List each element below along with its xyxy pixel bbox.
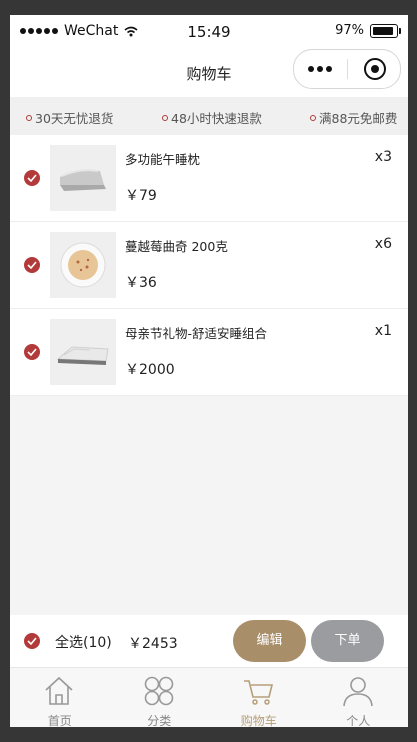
capsule-divider — [347, 59, 348, 79]
total-price: ￥2453 — [128, 636, 178, 652]
item-quantity: x3 — [374, 149, 392, 165]
mini-program-capsule — [293, 49, 401, 89]
cart-item[interactable]: 母亲节礼物-舒适安睡组合 ￥2000 x1 — [10, 309, 408, 396]
phone-screen: WeChat 15:49 97% 购物车 30天无忧退货 48小时快速退款 满8… — [10, 15, 408, 727]
tab-label: 购物车 — [240, 714, 277, 727]
bullet-icon — [310, 114, 316, 121]
item-checkbox[interactable] — [24, 170, 40, 186]
select-all-label[interactable]: 全选(10) — [55, 632, 112, 652]
tab-label: 分类 — [147, 714, 172, 727]
tab-cart[interactable]: 购物车 — [209, 668, 309, 727]
item-quantity: x1 — [374, 323, 392, 339]
item-price: ￥2000 — [125, 362, 175, 378]
item-checkbox[interactable] — [24, 257, 40, 273]
battery-icon — [370, 23, 401, 38]
item-checkbox[interactable] — [24, 344, 40, 360]
cart-item[interactable]: 多功能午睡枕 ￥79 x3 — [10, 135, 408, 222]
item-price: ￥36 — [125, 275, 157, 291]
tab-label: 首页 — [47, 714, 72, 727]
item-name: 多功能午睡枕 — [125, 152, 201, 167]
place-order-button[interactable]: 下单 — [311, 620, 384, 662]
tab-label: 个人 — [346, 714, 371, 727]
tab-profile[interactable]: 个人 — [309, 668, 409, 727]
edit-button[interactable]: 编辑 — [233, 620, 306, 662]
close-mini-program-icon[interactable] — [364, 58, 386, 80]
status-bar: WeChat 15:49 97% — [10, 15, 408, 49]
home-icon — [45, 676, 73, 705]
item-name: 蔓越莓曲奇 200克 — [125, 239, 228, 254]
promo-label: 48小时快速退款 — [171, 111, 262, 126]
checkmark-icon — [27, 174, 37, 182]
battery-status: 97% — [335, 23, 401, 38]
promo-bar: 30天无忧退货 48小时快速退款 满88元免邮费 — [10, 97, 408, 135]
bullet-icon — [162, 114, 168, 121]
promo-label: 满88元免邮费 — [319, 111, 398, 126]
bedding-icon[interactable] — [50, 319, 116, 385]
promo-label: 30天无忧退货 — [35, 111, 114, 126]
nav-bar: 购物车 — [10, 49, 408, 97]
promo-item: 48小时快速退款 — [162, 108, 262, 127]
promo-item: 满88元免邮费 — [310, 108, 397, 127]
select-all-checkbox[interactable] — [24, 633, 40, 649]
cart-footer: 全选(10) ￥2453 编辑 下单 — [10, 615, 408, 667]
checkmark-icon — [27, 261, 37, 269]
tab-bar: 首页 分类 购物车 个人 — [10, 667, 408, 727]
tab-home[interactable]: 首页 — [10, 668, 110, 727]
checkmark-icon — [27, 348, 37, 356]
promo-item: 30天无忧退货 — [26, 108, 113, 127]
checkmark-icon — [27, 637, 37, 645]
bullet-icon — [26, 114, 32, 121]
item-price: ￥79 — [125, 188, 157, 204]
person-icon — [342, 677, 373, 707]
cookie-icon[interactable] — [50, 232, 116, 298]
tab-category[interactable]: 分类 — [110, 668, 210, 727]
cart-list: 多功能午睡枕 ￥79 x3 蔓越莓曲奇 200克 ￥36 x6 母亲节礼物-舒适… — [10, 135, 408, 396]
item-name: 母亲节礼物-舒适安睡组合 — [125, 326, 268, 341]
cart-icon — [244, 680, 274, 705]
more-icon[interactable] — [308, 66, 332, 72]
category-icon — [144, 676, 173, 706]
battery-percent: 97% — [335, 23, 364, 38]
cart-item[interactable]: 蔓越莓曲奇 200克 ￥36 x6 — [10, 222, 408, 309]
item-quantity: x6 — [374, 236, 392, 252]
pillow-icon[interactable] — [50, 145, 116, 211]
